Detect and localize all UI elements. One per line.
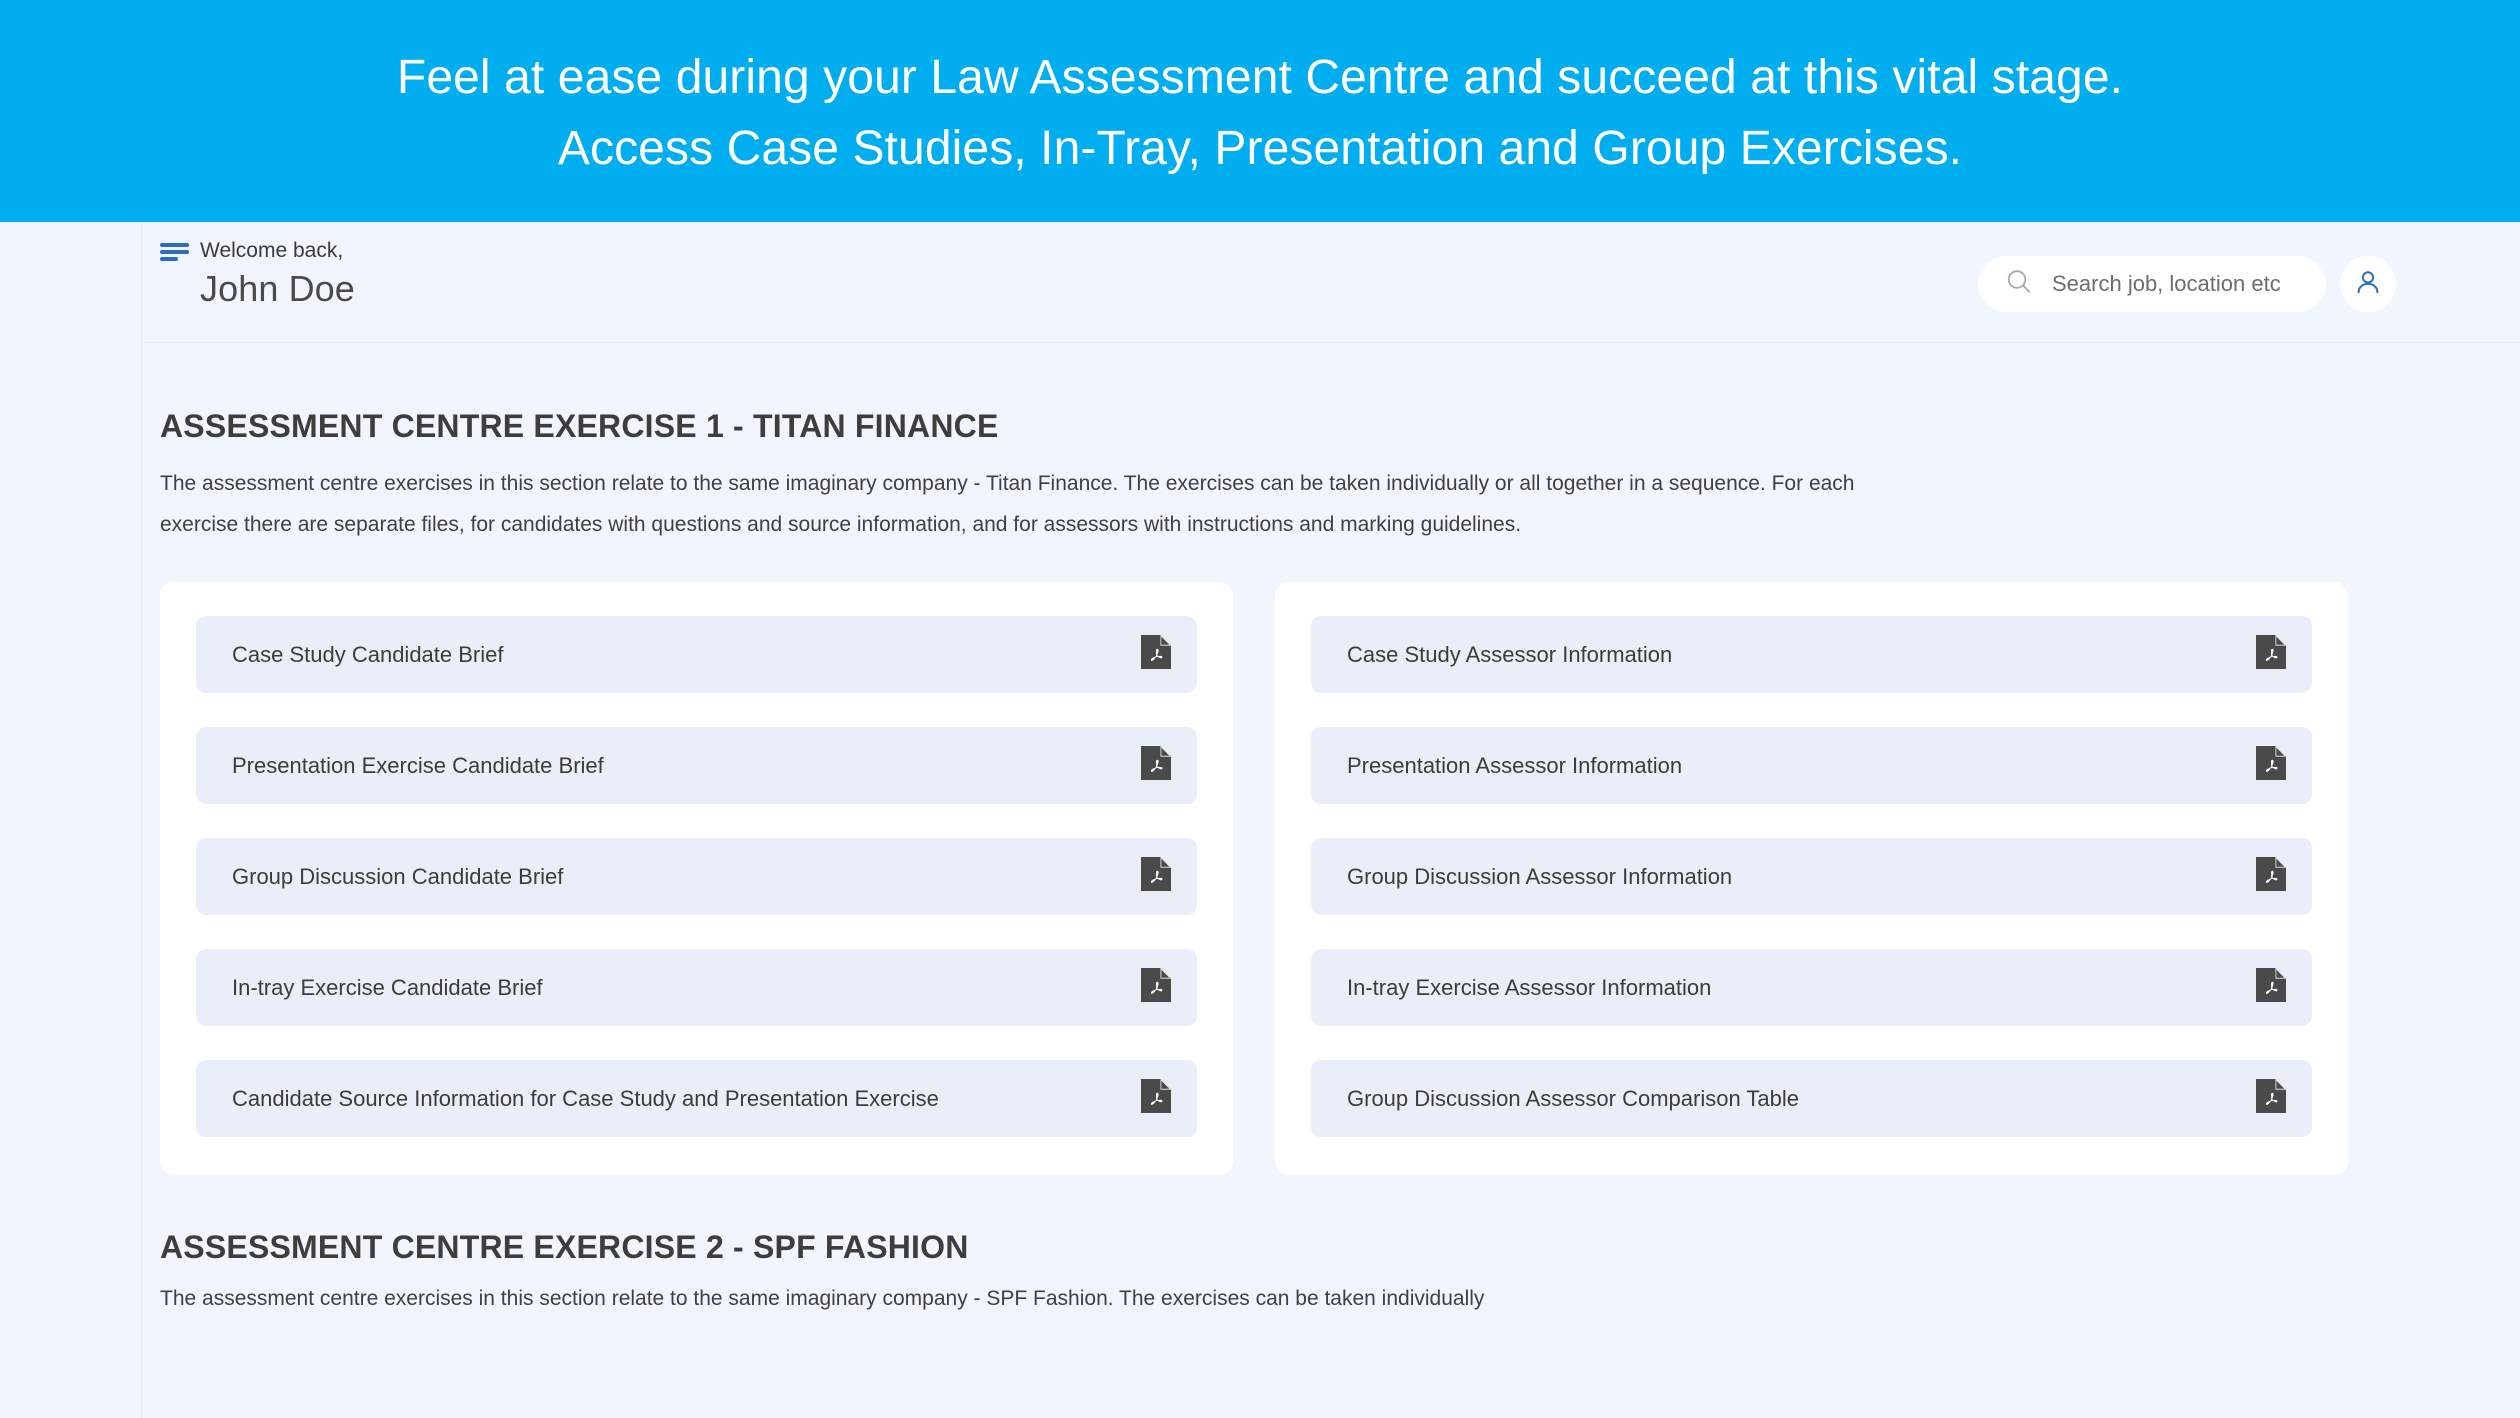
list-item[interactable]: Case Study Candidate Brief (196, 616, 1197, 693)
document-label: Case Study Assessor Information (1347, 641, 1673, 667)
document-label: Group Discussion Assessor Comparison Tab… (1347, 1085, 1800, 1111)
section-2-description: The assessment centre exercises in this … (160, 1287, 1485, 1310)
pdf-icon[interactable] (2256, 968, 2286, 1007)
profile-button[interactable] (2340, 256, 2396, 312)
pdf-icon[interactable] (2256, 1079, 2286, 1118)
list-item[interactable]: Group Discussion Assessor Comparison Tab… (1311, 1060, 2312, 1137)
assessor-documents-card: Case Study Assessor Information Presenta… (1275, 582, 2348, 1175)
page-body: Welcome back, John Doe Search job, locat… (0, 222, 2520, 1418)
document-label: Candidate Source Information for Case St… (232, 1085, 939, 1111)
hamburger-line (160, 256, 178, 261)
pdf-icon[interactable] (2256, 857, 2286, 896)
list-item[interactable]: Group Discussion Assessor Information (1311, 838, 2312, 915)
hamburger-icon[interactable] (160, 242, 189, 261)
candidate-documents-card: Case Study Candidate Brief Presentation … (160, 582, 1233, 1175)
user-icon (2353, 267, 2383, 302)
list-item[interactable]: In-tray Exercise Candidate Brief (196, 949, 1197, 1026)
section-1-title: ASSESSMENT CENTRE EXERCISE 1 - TITAN FIN… (160, 408, 999, 444)
section-2-title: ASSESSMENT CENTRE EXERCISE 2 - SPF FASHI… (160, 1229, 969, 1265)
pdf-icon[interactable] (1141, 968, 1171, 1007)
list-item[interactable]: In-tray Exercise Assessor Information (1311, 949, 2312, 1026)
section-1-description: The assessment centre exercises in this … (160, 472, 1855, 536)
search-icon (2004, 267, 2034, 302)
user-name: John Doe (200, 268, 355, 309)
pdf-icon[interactable] (1141, 857, 1171, 896)
pdf-icon[interactable] (1141, 1079, 1171, 1118)
pdf-icon[interactable] (2256, 635, 2286, 674)
hamburger-line (160, 249, 189, 254)
main-content: ASSESSMENT CENTRE EXERCISE 1 - TITAN FIN… (143, 344, 2520, 1418)
document-label: Presentation Exercise Candidate Brief (232, 752, 604, 778)
left-rail (0, 222, 142, 1418)
banner-headline-line-1: Feel at ease during your Law Assessment … (396, 51, 2124, 104)
list-item[interactable]: Group Discussion Candidate Brief (196, 838, 1197, 915)
list-item[interactable]: Case Study Assessor Information (1311, 616, 2312, 693)
pdf-icon[interactable] (2256, 746, 2286, 785)
list-item[interactable]: Presentation Assessor Information (1311, 727, 2312, 804)
promo-banner: Feel at ease during your Law Assessment … (0, 0, 2520, 222)
hamburger-line (160, 242, 189, 247)
search-placeholder: Search job, location etc (2052, 271, 2281, 296)
document-label: Group Discussion Assessor Information (1347, 863, 1733, 889)
document-cards: Case Study Candidate Brief Presentation … (160, 545, 2520, 1175)
document-label: In-tray Exercise Assessor Information (1347, 974, 1712, 1000)
pdf-icon[interactable] (1141, 746, 1171, 785)
pdf-icon[interactable] (1141, 635, 1171, 674)
list-item[interactable]: Candidate Source Information for Case St… (196, 1060, 1197, 1137)
search-input[interactable]: Search job, location etc (1978, 256, 2326, 312)
list-item[interactable]: Presentation Exercise Candidate Brief (196, 727, 1197, 804)
banner-headline-line-2: Access Case Studies, In-Tray, Presentati… (557, 122, 1963, 175)
document-label: In-tray Exercise Candidate Brief (232, 974, 543, 1000)
document-label: Presentation Assessor Information (1347, 752, 1683, 778)
welcome-row: Welcome back, (160, 240, 355, 262)
welcome-label: Welcome back, (200, 239, 344, 262)
document-label: Case Study Candidate Brief (232, 641, 504, 667)
welcome-block: Welcome back, John Doe (160, 240, 355, 310)
document-label: Group Discussion Candidate Brief (232, 863, 564, 889)
app-header: Welcome back, John Doe Search job, locat… (143, 222, 2520, 343)
